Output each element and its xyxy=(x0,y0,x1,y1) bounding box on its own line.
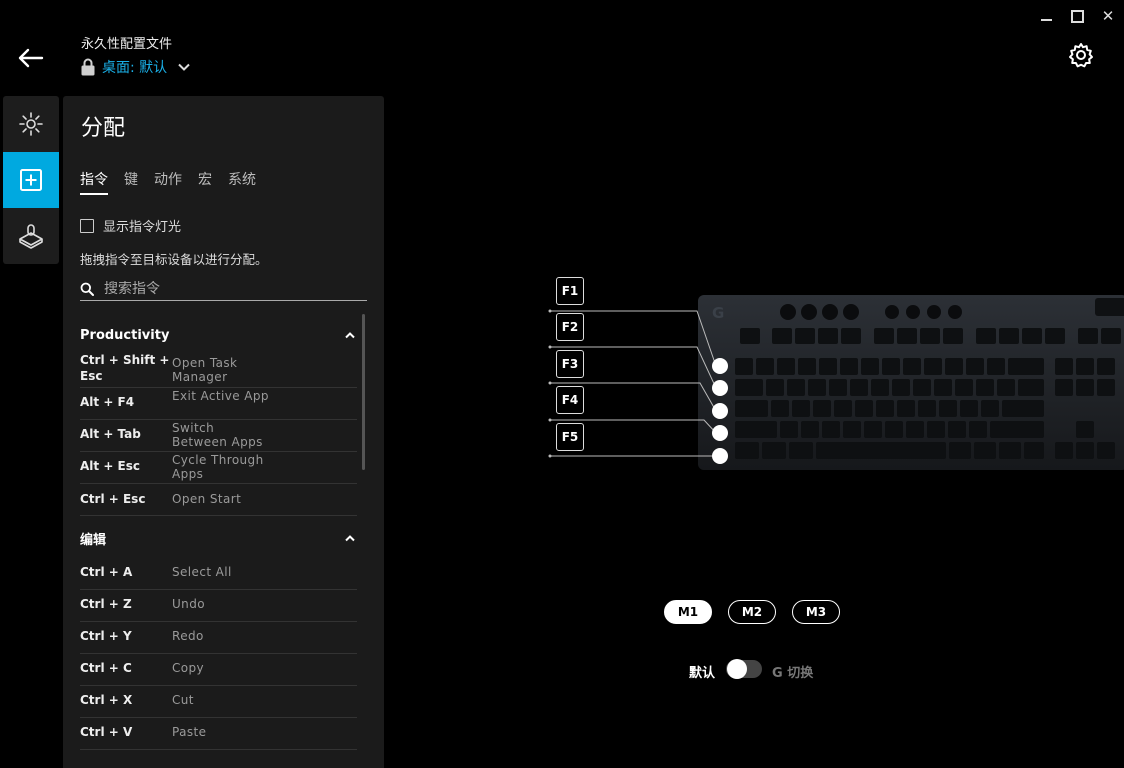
minimize-button[interactable] xyxy=(1036,6,1056,26)
tab-actions[interactable]: 动作 xyxy=(154,169,182,195)
command-desc: Redo xyxy=(172,629,204,643)
gkey-target-3[interactable] xyxy=(712,403,728,419)
gear-icon xyxy=(1069,43,1093,68)
arrow-left-icon xyxy=(18,48,44,68)
command-desc: Select All xyxy=(172,565,232,579)
maximize-button[interactable] xyxy=(1067,6,1087,26)
assignments-icon xyxy=(20,169,42,191)
search-box xyxy=(80,277,367,301)
nav-assignments[interactable] xyxy=(3,152,59,208)
command-desc: Paste xyxy=(172,725,207,739)
command-desc: Cut xyxy=(172,693,194,707)
command-row[interactable]: Ctrl + Shift + Esc Open Task Manager xyxy=(80,353,357,388)
tab-commands[interactable]: 指令 xyxy=(80,169,108,195)
toggle-label-default: 默认 xyxy=(689,666,716,681)
assignments-panel: 分配 指令 键 动作 宏 系统 显示指令灯光 拖拽指令至目标设备以进行分配。 P… xyxy=(63,96,384,768)
lock-icon xyxy=(81,58,95,76)
gkey-f5[interactable]: F5 xyxy=(556,423,584,451)
chevron-up-icon xyxy=(345,332,355,339)
command-row[interactable]: Alt + Tab Switch Between Apps xyxy=(80,420,357,452)
command-keys: Ctrl + Esc xyxy=(80,492,146,506)
profile-caption: 永久性配置文件 xyxy=(81,37,173,52)
section-title: 编辑 xyxy=(80,532,107,548)
gkey-target-2[interactable] xyxy=(712,380,728,396)
command-keys: Ctrl + C xyxy=(80,661,132,675)
profile-name: 桌面: 默认 xyxy=(102,60,168,76)
toggle-label-gshift: G 切换 xyxy=(772,666,814,681)
command-row[interactable]: Ctrl + A Select All xyxy=(80,558,357,590)
svg-text:G: G xyxy=(712,304,724,322)
tab-system[interactable]: 系统 xyxy=(228,169,256,195)
mode-m1-button[interactable]: M1 xyxy=(664,600,712,624)
settings-button[interactable] xyxy=(1067,41,1095,69)
mode-m2-button[interactable]: M2 xyxy=(728,600,776,624)
command-keys: Ctrl + Z xyxy=(80,597,132,611)
command-row[interactable]: Ctrl + Esc Open Start xyxy=(80,484,357,516)
command-keys: Ctrl + Shift + Esc xyxy=(80,353,170,383)
command-row[interactable]: Ctrl + Z Undo xyxy=(80,590,357,622)
command-row[interactable]: Alt + Esc Cycle Through Apps xyxy=(80,452,357,484)
checkbox-label: 显示指令灯光 xyxy=(103,220,182,235)
command-desc: Undo xyxy=(172,597,205,611)
mode-m3-button[interactable]: M3 xyxy=(792,600,840,624)
command-desc: Open Task Manager xyxy=(172,356,238,384)
command-keys: Alt + Tab xyxy=(80,427,141,441)
command-desc: Cycle Through Apps xyxy=(172,453,264,481)
gkey-f3[interactable]: F3 xyxy=(556,350,584,378)
gkey-target-5[interactable] xyxy=(712,448,728,464)
show-command-lighting-row[interactable]: 显示指令灯光 xyxy=(80,216,181,235)
command-keys: Alt + F4 xyxy=(80,395,135,409)
nav-game-mode[interactable] xyxy=(3,208,59,264)
side-nav xyxy=(3,96,59,264)
lighting-icon xyxy=(19,112,43,136)
search-icon xyxy=(80,282,94,296)
command-keys: Ctrl + Y xyxy=(80,629,132,643)
command-row[interactable]: Alt + F4 Exit Active App xyxy=(80,388,357,420)
gshift-toggle[interactable] xyxy=(726,659,762,679)
section-header-productivity[interactable]: Productivity xyxy=(80,325,356,345)
command-keys: Ctrl + V xyxy=(80,725,133,739)
search-input[interactable] xyxy=(104,280,344,297)
panel-title: 分配 xyxy=(81,116,126,141)
command-row[interactable]: Ctrl + V Paste xyxy=(80,718,357,750)
command-desc: Switch Between Apps xyxy=(172,421,263,449)
gkey-target-4[interactable] xyxy=(712,425,728,441)
profile-selector[interactable]: 桌面: 默认 xyxy=(80,57,191,77)
tab-macros[interactable]: 宏 xyxy=(198,169,212,195)
gkey-target-1[interactable] xyxy=(712,358,728,374)
command-keys: Ctrl + A xyxy=(80,565,133,579)
section-title: Productivity xyxy=(80,327,170,343)
chevron-up-icon xyxy=(345,535,355,542)
toggle-knob[interactable] xyxy=(727,659,747,679)
gkey-f4[interactable]: F4 xyxy=(556,386,584,414)
back-button[interactable] xyxy=(16,46,44,70)
command-desc: Open Start xyxy=(172,492,242,506)
command-desc: Exit Active App xyxy=(172,389,269,403)
nav-lighting[interactable] xyxy=(3,96,59,152)
gkey-f1[interactable]: F1 xyxy=(556,277,584,305)
keyboard-image: G xyxy=(548,295,1124,470)
command-row[interactable]: Ctrl + X Cut xyxy=(80,686,357,718)
tab-bar: 指令 键 动作 宏 系统 xyxy=(80,169,256,195)
command-desc: Copy xyxy=(172,661,205,675)
tab-keys[interactable]: 键 xyxy=(124,169,138,195)
command-row[interactable]: Ctrl + Y Redo xyxy=(80,622,357,654)
section-header-editing[interactable]: 编辑 xyxy=(80,528,356,548)
command-keys: Alt + Esc xyxy=(80,459,140,473)
game-mode-icon xyxy=(19,224,43,249)
close-button[interactable]: ✕ xyxy=(1098,6,1118,26)
panel-scrollbar[interactable] xyxy=(362,314,365,470)
command-keys: Ctrl + X xyxy=(80,693,133,707)
command-row[interactable]: Ctrl + C Copy xyxy=(80,654,357,686)
show-command-lighting-checkbox[interactable] xyxy=(80,218,94,233)
drag-hint: 拖拽指令至目标设备以进行分配。 xyxy=(80,252,268,267)
chevron-down-icon xyxy=(178,63,190,71)
gkey-f2[interactable]: F2 xyxy=(556,313,584,341)
